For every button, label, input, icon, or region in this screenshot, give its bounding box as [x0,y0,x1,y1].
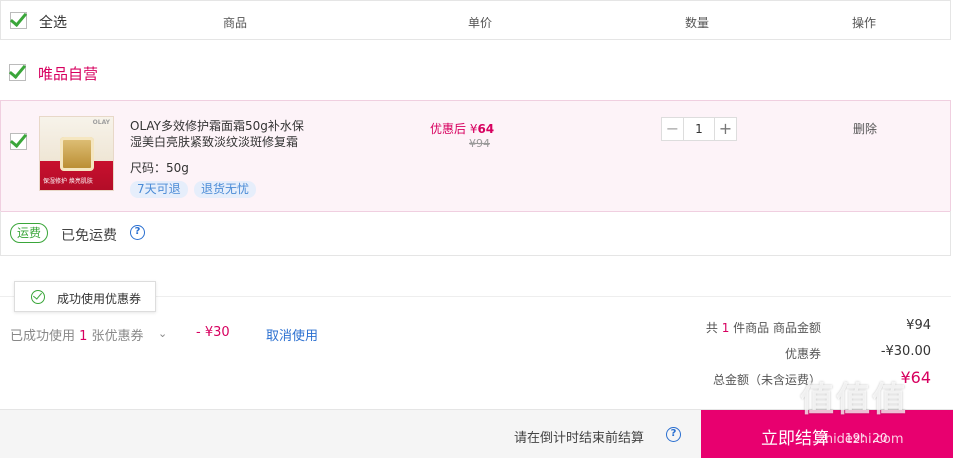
cancel-coupon-link[interactable]: 取消使用 [266,325,318,344]
return-badge: 7天可退 [130,181,188,198]
item-count-label: 共 1 件商品 商品金额 [706,319,821,336]
decrease-button[interactable]: − [662,118,684,140]
coupon-success-tooltip: 成功使用优惠券 [14,281,156,312]
cream-jar-image [60,137,94,171]
shipping-status: 已免运费 [61,228,117,244]
quantity-stepper: − 1 + [661,117,737,141]
price-value: 64 [477,122,495,136]
store-name: 唯品自营 [38,65,99,83]
help-icon[interactable]: ? [130,225,145,240]
item-checkbox[interactable] [10,133,27,150]
coupon-usage-text[interactable]: 已成功使用 1 张优惠券 [10,325,144,344]
shipping-row: 运费 已免运费 ? [0,211,951,256]
column-quantity: 数量 [685,16,710,30]
coupon-prefix: 已成功使用 [10,329,80,344]
shipping-tag: 运费 [10,223,49,243]
column-price: 单价 [468,16,493,30]
count-suffix: 件商品 商品金额 [729,321,821,335]
thumb-tag-text: 保湿修护 焕亮肌肤 [43,178,93,185]
check-circle-icon [31,290,45,304]
discount-label: 优惠券 [784,347,821,361]
cart-item-row: OLAY 保湿修护 焕亮肌肤 OLAY多效修护霜面霜50g补水保湿美白亮肤紧致淡… [0,100,951,212]
store-group-header: 唯品自营 [0,40,951,101]
watermark-logo: 值值值 [800,380,908,420]
increase-button[interactable]: + [714,118,736,140]
coupon-suffix: 张优惠券 [87,329,144,344]
countdown-text: 请在倒计时结束前结算 [514,431,645,446]
product-thumbnail[interactable]: OLAY 保湿修护 焕亮肌肤 [39,116,114,191]
quantity-value[interactable]: 1 [684,118,714,140]
discounted-price: 优惠后 ¥64 [430,120,494,137]
store-checkbox[interactable] [9,64,26,81]
product-title[interactable]: OLAY多效修护霜面霜50g补水保湿美白亮肤紧致淡纹淡斑修复霜 [130,118,310,150]
select-all-checkbox[interactable] [10,12,27,29]
coupon-amount: - ¥30 [196,325,230,340]
product-size: 尺码：50g [130,161,189,175]
tooltip-text: 成功使用优惠券 [57,292,142,306]
goods-amount: ¥94 [906,318,931,333]
chevron-down-icon[interactable]: ⌄ [158,327,167,340]
count-prefix: 共 [705,321,722,335]
column-product: 商品 [223,16,248,30]
delete-button[interactable]: 删除 [853,120,877,137]
help-icon[interactable]: ? [666,427,681,442]
column-action: 操作 [852,16,877,30]
select-all-label[interactable]: 全选 [39,12,67,32]
return-worry-free-badge: 退货无忧 [194,181,257,198]
price-prefix: 优惠后 ¥ [430,122,478,136]
discount-amount: -¥30.00 [880,344,931,359]
thumb-brand-text: OLAY [92,119,110,126]
original-price: ¥94 [469,137,490,150]
watermark-url: zhidezhi.com [818,432,904,447]
cart-header: 全选 商品 单价 数量 操作 [0,0,951,40]
